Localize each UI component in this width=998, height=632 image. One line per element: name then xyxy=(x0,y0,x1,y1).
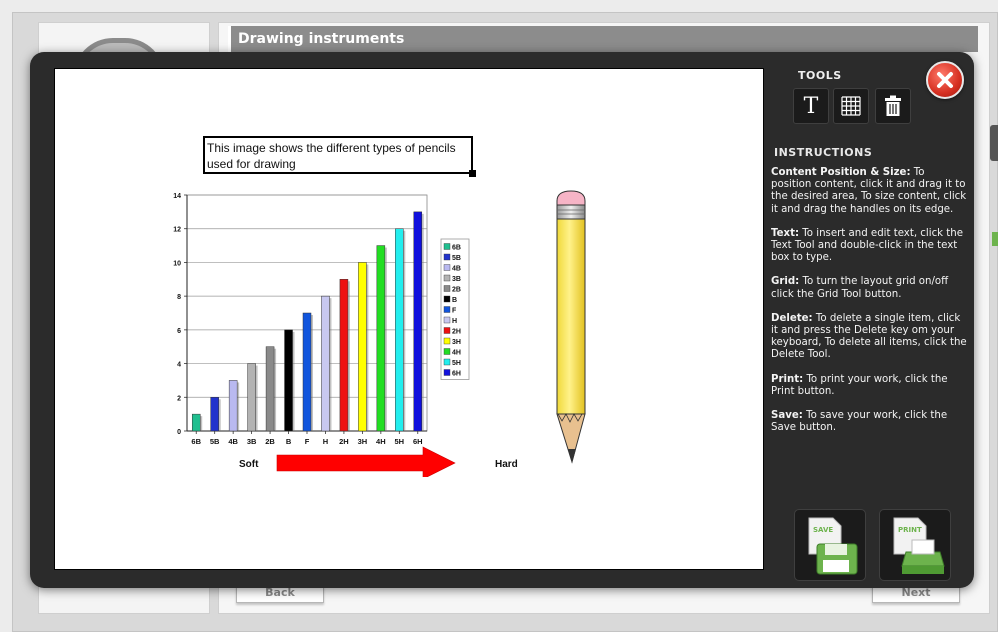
bar-6H xyxy=(413,211,423,432)
y-tick-label: 2 xyxy=(177,395,181,402)
page-title: Drawing instruments xyxy=(228,26,978,52)
instructions-label: INSTRUCTIONS xyxy=(774,146,873,159)
side-indicator xyxy=(992,232,998,246)
legend-swatch xyxy=(443,369,451,376)
y-tick-label: 4 xyxy=(177,362,181,369)
x-tick-label: 5H xyxy=(395,437,405,446)
legend-swatch xyxy=(443,274,451,282)
save-label: SAVE xyxy=(813,526,833,534)
instruction-text: Text: To insert and edit text, click the… xyxy=(771,227,964,264)
legend-label: 4H xyxy=(452,350,461,357)
x-tick-label: 4B xyxy=(228,437,238,446)
legend-label: H xyxy=(452,318,457,325)
pencil-image[interactable] xyxy=(551,187,591,477)
print-button[interactable]: PRINT xyxy=(879,509,951,581)
bar-4B xyxy=(228,380,238,432)
canvas-text: This image shows the different types of … xyxy=(207,141,456,171)
bar-H xyxy=(321,295,330,432)
legend-label: 6H xyxy=(452,371,461,378)
instruction-delete: Delete: To delete a single item, click i… xyxy=(771,312,967,361)
x-tick-label: 5B xyxy=(210,437,220,446)
legend-swatch xyxy=(443,285,451,292)
side-tab[interactable] xyxy=(990,125,998,161)
canvas-text-box[interactable]: This image shows the different types of … xyxy=(203,136,476,177)
save-icon: SAVE xyxy=(808,517,858,575)
legend-swatch xyxy=(443,348,451,355)
legend-swatch xyxy=(443,306,451,313)
pencil-grade-chart[interactable]: 024681012146B 5B 4B 3B 2B B F H 2H 3H 4H 5H 6H6B5B4B… xyxy=(165,187,545,477)
bar-3H xyxy=(358,262,367,432)
y-tick-label: 14 xyxy=(173,193,181,200)
grid-icon xyxy=(841,96,861,116)
legend-label: 3B xyxy=(452,276,461,283)
instruction-grid: Grid: To turn the layout grid on/off cli… xyxy=(771,276,949,300)
resize-handle[interactable] xyxy=(469,170,476,177)
legend-label: 2H xyxy=(452,329,461,336)
legend-swatch xyxy=(443,316,451,324)
legend-label: 5B xyxy=(452,255,461,262)
x-tick-label: F xyxy=(305,437,310,446)
trash-icon xyxy=(885,95,901,116)
bar-2H xyxy=(339,279,349,432)
legend-label: F xyxy=(452,308,457,315)
y-tick-label: 0 xyxy=(177,429,181,436)
x-tick-label: 3B xyxy=(247,437,257,446)
tools-label: TOOLS xyxy=(798,69,842,82)
x-tick-label: 6H xyxy=(413,437,423,446)
text-T-icon: T xyxy=(803,93,819,119)
legend-label: 3H xyxy=(452,339,461,346)
x-tick-label: 3H xyxy=(358,437,368,446)
bar-5H xyxy=(395,228,404,432)
legend-swatch xyxy=(443,295,451,303)
save-button[interactable]: SAVE xyxy=(794,509,866,581)
bar-F xyxy=(302,312,312,432)
hard-label: Hard xyxy=(495,459,518,470)
x-tick-label: B xyxy=(286,437,292,446)
y-tick-label: 10 xyxy=(173,260,181,267)
legend-label: 4B xyxy=(452,266,461,273)
instructions-text: Content Position & Size: To position con… xyxy=(771,167,967,446)
legend-swatch xyxy=(443,358,451,366)
drawing-canvas[interactable]: This image shows the different types of … xyxy=(54,68,764,570)
x-tick-label: 2H xyxy=(339,437,349,446)
bar-3B xyxy=(247,363,256,432)
print-icon: PRINT xyxy=(893,517,945,574)
instruction-save: Save: To save your work, click the Save … xyxy=(771,410,948,434)
legend-swatch xyxy=(443,253,451,261)
x-tick-label: 6B xyxy=(191,437,201,446)
bar-2B xyxy=(265,346,275,432)
legend-label: 5H xyxy=(452,360,461,367)
soft-label: Soft xyxy=(239,459,259,470)
x-tick-label: H xyxy=(323,437,328,446)
y-tick-label: 8 xyxy=(177,294,181,301)
legend-swatch xyxy=(443,337,451,345)
y-tick-label: 6 xyxy=(177,328,181,335)
instruction-position: Content Position & Size: To position con… xyxy=(771,167,967,215)
y-tick-label: 12 xyxy=(173,227,181,234)
legend-swatch xyxy=(443,327,451,334)
print-label: PRINT xyxy=(898,526,922,534)
bar-B xyxy=(284,329,293,432)
soft-hard-arrow xyxy=(276,446,456,477)
legend-swatch xyxy=(443,243,451,250)
grid-tool-button[interactable] xyxy=(833,88,869,124)
text-tool-button[interactable]: T xyxy=(793,88,829,124)
bar-4H xyxy=(376,245,386,432)
legend-label: B xyxy=(452,297,457,304)
x-tick-label: 2B xyxy=(265,437,275,446)
bar-5B xyxy=(210,397,219,432)
close-icon xyxy=(937,72,953,88)
delete-tool-button[interactable] xyxy=(875,88,911,124)
bar-6B xyxy=(191,413,201,432)
legend-swatch xyxy=(443,264,451,271)
close-button[interactable] xyxy=(926,61,964,99)
x-tick-label: 4H xyxy=(376,437,386,446)
legend-label: 6B xyxy=(452,245,461,252)
legend-label: 2B xyxy=(452,287,461,294)
instruction-print: Print: To print your work, click the Pri… xyxy=(771,373,948,397)
